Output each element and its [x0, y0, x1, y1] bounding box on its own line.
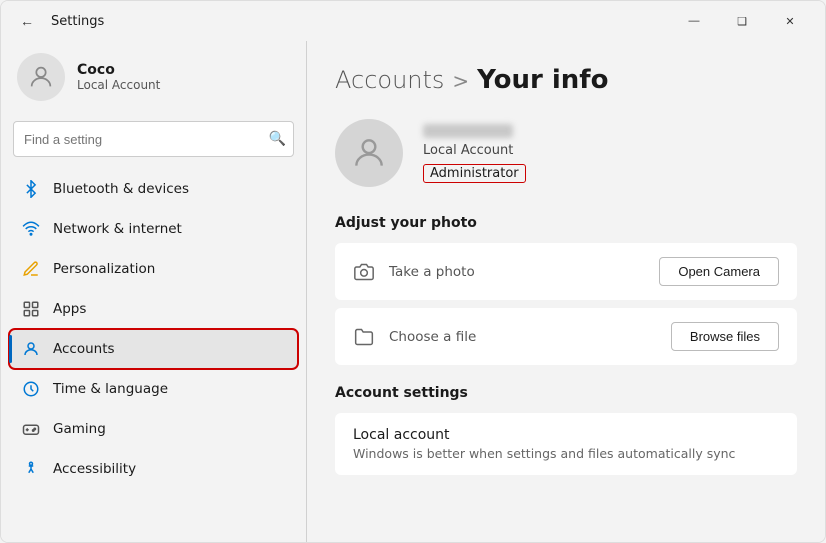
local-account-title: Local account	[353, 427, 779, 443]
sidebar-item-personalization-label: Personalization	[53, 261, 155, 277]
accounts-icon	[21, 339, 41, 359]
user-blurred-name	[423, 124, 513, 138]
user-info: Coco Local Account	[77, 62, 160, 92]
window-title: Settings	[51, 14, 104, 29]
take-photo-label: Take a photo	[389, 264, 475, 280]
sidebar-item-apps-label: Apps	[53, 301, 86, 317]
choose-file-label: Choose a file	[389, 329, 476, 345]
window-controls: — ❑ ✕	[671, 5, 813, 37]
breadcrumb-separator: >	[452, 69, 469, 93]
local-account-subtitle: Windows is better when settings and file…	[353, 446, 779, 461]
maximize-button[interactable]: ❑	[719, 5, 765, 37]
sidebar-item-personalization[interactable]: Personalization	[9, 249, 298, 289]
main-content: Accounts > Your info Local Account Admin…	[307, 41, 825, 542]
choose-file-row: Choose a file Browse files	[335, 308, 797, 365]
personalization-icon	[21, 259, 41, 279]
sidebar-item-bluetooth[interactable]: Bluetooth & devices	[9, 169, 298, 209]
sidebar: Coco Local Account 🔍 Bluetooth & devi	[1, 41, 306, 542]
open-camera-button[interactable]: Open Camera	[659, 257, 779, 286]
search-box: 🔍	[13, 121, 294, 157]
title-bar: ← Settings — ❑ ✕	[1, 1, 825, 41]
sidebar-item-gaming-label: Gaming	[53, 421, 106, 437]
sidebar-item-apps[interactable]: Apps	[9, 289, 298, 329]
sidebar-item-gaming[interactable]: Gaming	[9, 409, 298, 449]
search-icon: 🔍	[269, 131, 286, 147]
account-settings-section: Account settings Local account Windows i…	[335, 385, 797, 475]
content-area: Coco Local Account 🔍 Bluetooth & devi	[1, 41, 825, 542]
local-account-label: Local Account	[423, 143, 526, 158]
minimize-button[interactable]: —	[671, 5, 717, 37]
sidebar-item-time[interactable]: Time & language	[9, 369, 298, 409]
local-account-card: Local account Windows is better when set…	[335, 413, 797, 475]
take-photo-left: Take a photo	[353, 261, 475, 283]
sidebar-item-network[interactable]: Network & internet	[9, 209, 298, 249]
sidebar-item-time-label: Time & language	[53, 381, 168, 397]
big-avatar	[335, 119, 403, 187]
take-photo-card: Take a photo Open Camera	[335, 243, 797, 300]
user-details: Local Account Administrator	[423, 124, 526, 183]
search-input[interactable]	[13, 121, 294, 157]
title-bar-left: ← Settings	[13, 7, 104, 35]
administrator-badge: Administrator	[423, 164, 526, 183]
sidebar-item-accessibility[interactable]: Accessibility	[9, 449, 298, 489]
page-heading: Accounts > Your info	[335, 65, 797, 95]
close-button[interactable]: ✕	[767, 5, 813, 37]
apps-icon	[21, 299, 41, 319]
take-photo-row: Take a photo Open Camera	[335, 243, 797, 300]
page-title: Your info	[477, 65, 608, 95]
nav-list: Bluetooth & devices Network & internet	[1, 169, 306, 542]
adjust-photo-title: Adjust your photo	[335, 215, 797, 231]
sidebar-item-bluetooth-label: Bluetooth & devices	[53, 181, 189, 197]
choose-file-left: Choose a file	[353, 326, 476, 348]
sidebar-item-accessibility-label: Accessibility	[53, 461, 136, 477]
bluetooth-icon	[21, 179, 41, 199]
sidebar-item-accounts[interactable]: Accounts	[9, 329, 298, 369]
gaming-icon	[21, 419, 41, 439]
sidebar-item-network-label: Network & internet	[53, 221, 182, 237]
sidebar-item-accounts-label: Accounts	[53, 341, 115, 357]
time-icon	[21, 379, 41, 399]
breadcrumb: Accounts	[335, 66, 444, 94]
user-section: Local Account Administrator	[335, 119, 797, 187]
account-settings-title: Account settings	[335, 385, 797, 401]
user-profile: Coco Local Account	[1, 41, 306, 117]
network-icon	[21, 219, 41, 239]
back-button[interactable]: ←	[13, 7, 41, 35]
camera-icon	[353, 261, 375, 283]
user-account-type: Local Account	[77, 78, 160, 92]
choose-file-card: Choose a file Browse files	[335, 308, 797, 365]
avatar	[17, 53, 65, 101]
settings-window: ← Settings — ❑ ✕ Coco Local Account	[0, 0, 826, 543]
folder-icon	[353, 326, 375, 348]
accessibility-icon	[21, 459, 41, 479]
browse-files-button[interactable]: Browse files	[671, 322, 779, 351]
user-name: Coco	[77, 62, 160, 78]
